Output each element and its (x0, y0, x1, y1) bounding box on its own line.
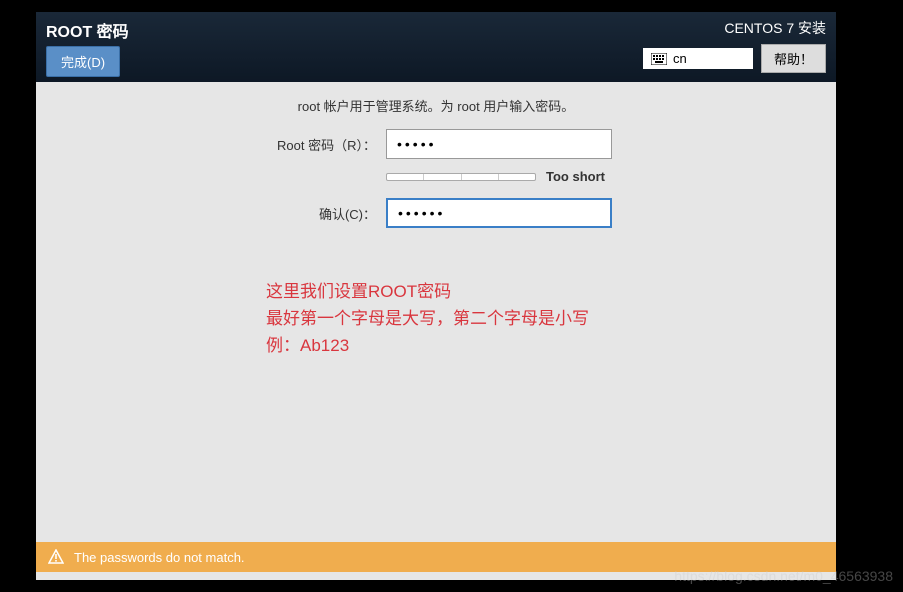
instruction-text: root 帐户用于管理系统。为 root 用户输入密码。 (56, 96, 816, 115)
header-left: ROOT 密码 完成(D) (46, 18, 129, 76)
annotation-text: 这里我们设置ROOT密码 最好第一个字母是大写，第二个字母是小写 例：Ab123 (266, 278, 816, 360)
language-code: cn (673, 51, 687, 66)
keyboard-icon (651, 53, 667, 65)
confirm-row: 确认(C)： (56, 198, 816, 228)
confirm-password-input[interactable] (386, 198, 612, 228)
annotation-line-2: 最好第一个字母是大写，第二个字母是小写 (266, 305, 816, 332)
annotation-line-1: 这里我们设置ROOT密码 (266, 278, 816, 305)
header-controls: cn 帮助！ (643, 44, 826, 73)
strength-text: Too short (546, 169, 605, 184)
install-brand: CENTOS 7 安装 (724, 18, 826, 38)
password-row: Root 密码（R）： (56, 129, 816, 159)
confirm-label: 确认(C)： (56, 204, 376, 223)
warning-icon (48, 549, 64, 565)
password-label: Root 密码（R）： (56, 135, 376, 154)
header: ROOT 密码 完成(D) CENTOS 7 安装 (36, 12, 836, 82)
strength-row: Too short (386, 169, 816, 184)
content-area: root 帐户用于管理系统。为 root 用户输入密码。 Root 密码（R）：… (36, 82, 836, 580)
language-selector[interactable]: cn (643, 48, 753, 69)
done-button[interactable]: 完成(D) (46, 46, 120, 77)
header-right: CENTOS 7 安装 cn (643, 18, 826, 76)
installer-window: ROOT 密码 完成(D) CENTOS 7 安装 (36, 12, 836, 580)
warning-message: The passwords do not match. (74, 550, 245, 565)
strength-meter (386, 173, 536, 181)
page-title: ROOT 密码 (46, 18, 129, 42)
annotation-line-3: 例：Ab123 (266, 332, 816, 359)
help-button[interactable]: 帮助！ (761, 44, 826, 73)
watermark: https://blog.csdn.net/m0_46563938 (674, 568, 893, 584)
root-password-input[interactable] (386, 129, 612, 159)
